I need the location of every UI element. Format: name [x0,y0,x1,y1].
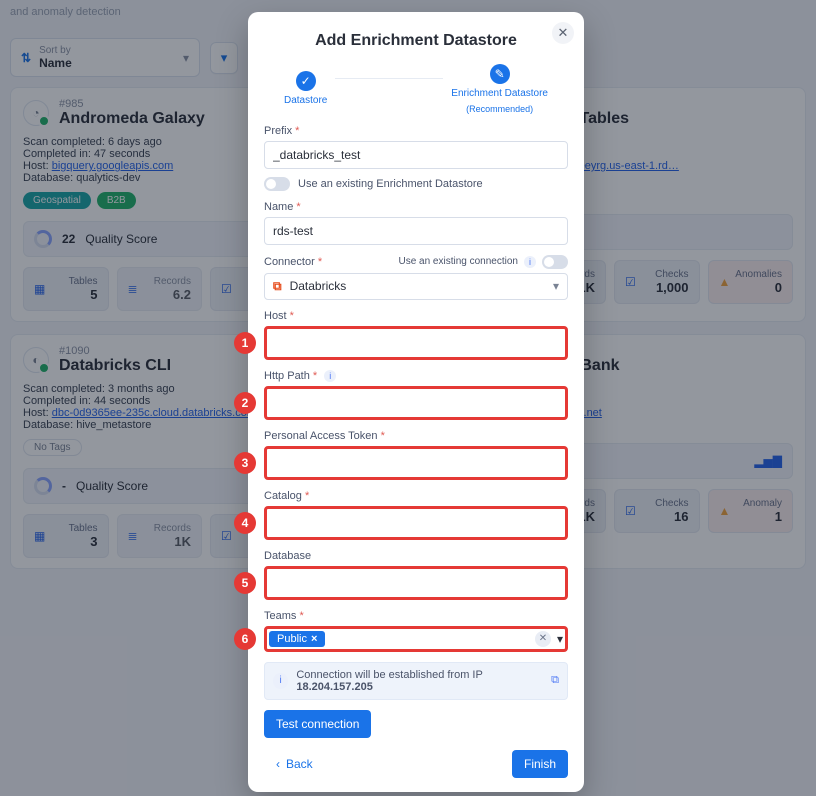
callout-badge-6: 6 [234,628,256,650]
chevron-left-icon: ‹ [276,757,280,771]
host-label: Host [264,310,568,322]
chevron-down-icon: ▾ [553,279,559,293]
teams-chip-public[interactable]: Public × [269,631,325,647]
httppath-label: Http Path [264,370,317,382]
info-icon: i [273,673,288,689]
connector-value: Databricks [290,279,347,293]
teams-label: Teams [264,610,568,622]
ip-info-row: i Connection will be established from IP… [264,662,568,700]
wizard-stepper: ✓ Datastore ✎ Enrichment Datastore (Reco… [284,64,548,115]
clear-icon[interactable]: ✕ [535,631,551,647]
use-existing-label: Use an existing Enrichment Datastore [298,178,483,190]
test-connection-button[interactable]: Test connection [264,710,371,738]
info-icon[interactable]: i [324,370,336,382]
ip-text-prefix: Connection will be established from IP [296,669,482,681]
step-label: Enrichment Datastore [451,88,548,100]
host-input[interactable] [269,331,563,355]
use-existing-conn-label: Use an existing connection [398,256,518,267]
name-input[interactable] [264,217,568,245]
finish-button[interactable]: Finish [512,750,568,778]
connector-select[interactable]: ⧉ Databricks ▾ [264,273,568,300]
prefix-label: Prefix [264,125,568,137]
ip-value: 18.204.157.205 [296,681,372,693]
teams-select[interactable]: Public × ✕ ▾ [264,626,568,652]
chip-remove-icon[interactable]: × [311,633,317,645]
connector-label: Connector [264,256,322,268]
stepper-line [335,78,443,79]
back-label: Back [286,757,313,771]
modal-title: Add Enrichment Datastore [264,32,568,50]
step-pencil-icon: ✎ [490,64,510,84]
copy-icon: ⧉ [551,674,559,686]
callout-badge-3: 3 [234,452,256,474]
add-enrichment-modal: ✕ Add Enrichment Datastore ✓ Datastore ✎… [248,12,584,792]
callout-badge-2: 2 [234,392,256,414]
databricks-icon: ⧉ [273,279,282,294]
step-check-icon: ✓ [296,71,316,91]
close-icon: ✕ [558,25,569,41]
step-sublabel: (Recommended) [466,104,533,115]
catalog-label: Catalog [264,490,568,502]
chip-label: Public [277,633,307,645]
callout-badge-1: 1 [234,332,256,354]
httppath-input[interactable] [269,391,563,415]
database-label: Database [264,550,568,562]
callout-badge-4: 4 [234,512,256,534]
database-input[interactable] [269,571,563,595]
catalog-input[interactable] [269,511,563,535]
info-icon[interactable]: i [524,256,536,268]
use-existing-conn-toggle[interactable] [542,255,568,269]
httppath-label-row: Http Path i [264,370,568,382]
pat-label: Personal Access Token [264,430,568,442]
step-enrichment[interactable]: ✎ Enrichment Datastore (Recommended) [451,64,548,115]
step-label: Datastore [284,95,327,107]
callout-badge-5: 5 [234,572,256,594]
chevron-down-icon: ▾ [557,632,563,646]
close-button[interactable]: ✕ [552,22,574,44]
name-label: Name [264,201,568,213]
step-datastore[interactable]: ✓ Datastore [284,71,327,107]
back-button[interactable]: ‹ Back [264,750,325,778]
pat-input[interactable] [269,451,563,475]
use-existing-toggle[interactable] [264,177,290,191]
copy-ip-button[interactable]: ⧉ [551,674,559,687]
prefix-input[interactable] [264,141,568,169]
